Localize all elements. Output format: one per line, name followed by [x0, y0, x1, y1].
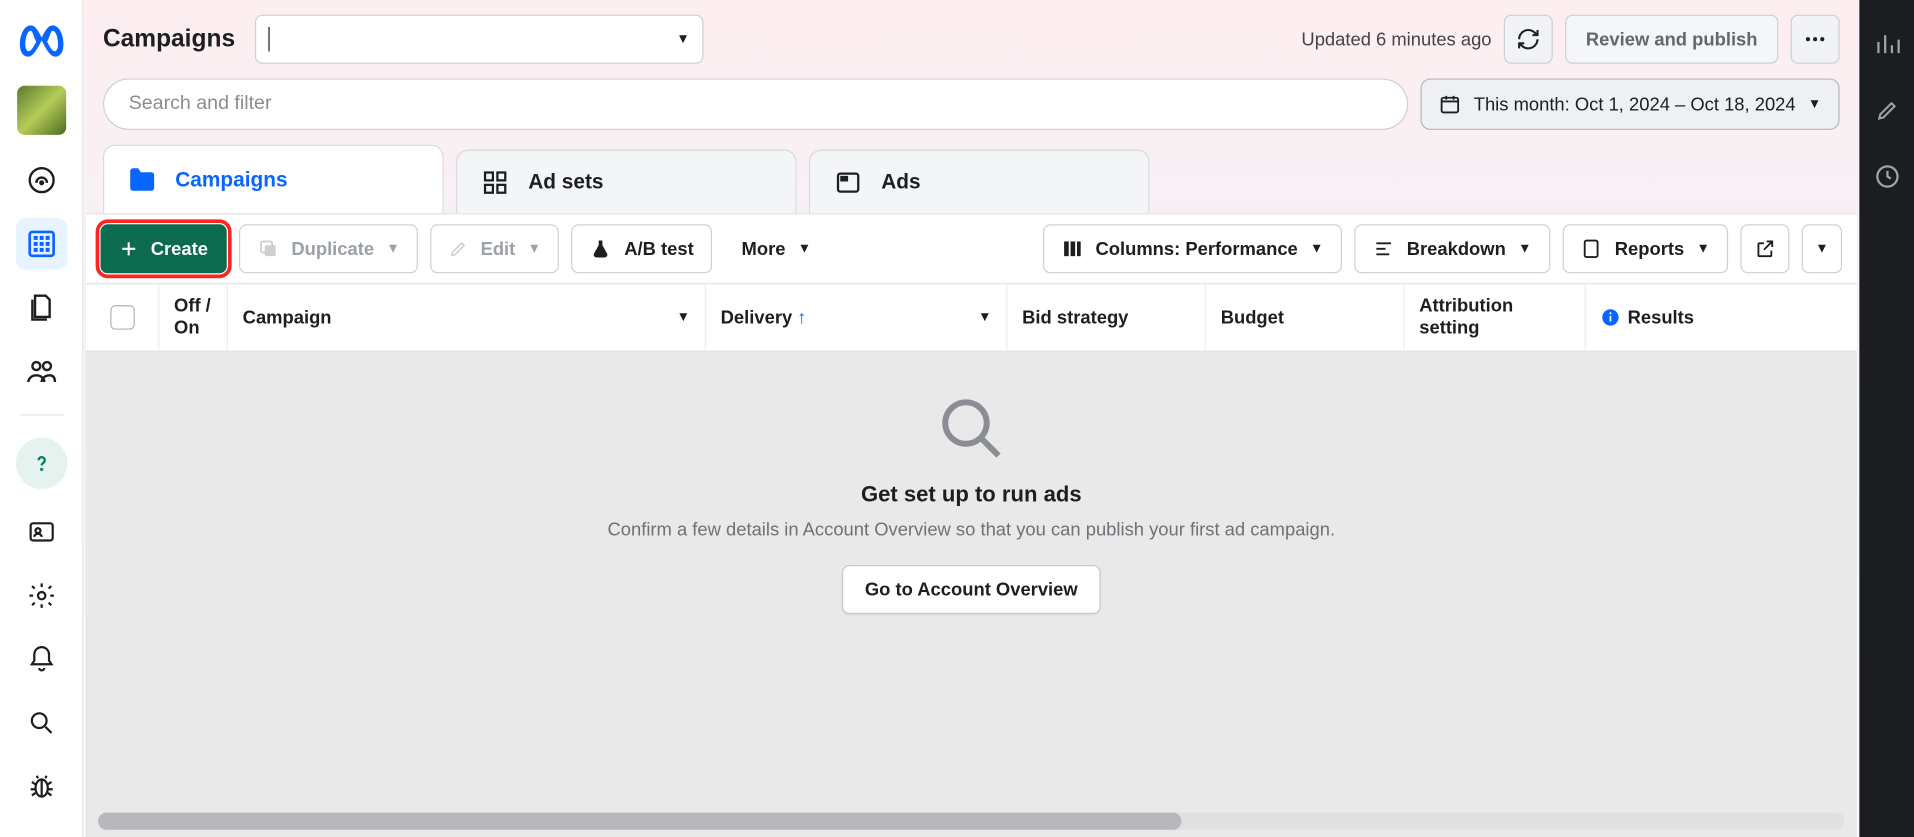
table-header-row: Off / On Campaign ▼ Delivery ↑ ▼ Bid str…	[86, 283, 1857, 352]
documents-icon[interactable]	[15, 282, 66, 333]
empty-state-subtitle: Confirm a few details in Account Overvie…	[608, 520, 1336, 541]
chevron-down-icon: ▼	[1518, 241, 1531, 256]
tab-ad-sets[interactable]: Ad sets	[456, 150, 797, 214]
plus-icon	[119, 239, 139, 259]
settings-gear-icon[interactable]	[15, 570, 66, 621]
column-budget[interactable]: Budget	[1206, 284, 1405, 350]
breakdown-icon	[1372, 238, 1394, 260]
chevron-down-icon: ▼	[386, 241, 399, 256]
column-attribution[interactable]: Attribution setting	[1405, 284, 1586, 350]
page-title: Campaigns	[103, 25, 235, 53]
create-button[interactable]: Create	[100, 224, 226, 273]
chevron-down-icon: ▼	[798, 241, 811, 256]
empty-state: Get set up to run ads Confirm a few deta…	[86, 352, 1857, 837]
bell-icon[interactable]	[15, 634, 66, 685]
select-all-checkbox[interactable]	[86, 284, 160, 350]
campaigns-grid-icon[interactable]	[15, 218, 66, 269]
external-link-icon	[1754, 238, 1776, 260]
column-bid-strategy[interactable]: Bid strategy	[1007, 284, 1206, 350]
ab-test-button[interactable]: A/B test	[572, 224, 713, 273]
column-campaign[interactable]: Campaign ▼	[228, 284, 706, 350]
action-toolbar: Create Duplicate ▼ Edit ▼ A/B test More …	[86, 213, 1857, 283]
left-nav-rail	[0, 0, 83, 837]
tab-ads[interactable]: Ads	[809, 150, 1150, 214]
charts-panel-icon[interactable]	[1872, 29, 1901, 58]
entity-tabs: Campaigns Ad sets Ads	[83, 145, 1859, 214]
chevron-down-icon: ▼	[1310, 241, 1323, 256]
chevron-down-icon: ▼	[677, 310, 690, 325]
reports-dropdown[interactable]: Reports ▼	[1562, 224, 1728, 273]
column-results[interactable]: Results	[1586, 284, 1857, 350]
breakdown-dropdown[interactable]: Breakdown ▼	[1354, 224, 1550, 273]
duplicate-button[interactable]: Duplicate ▼	[239, 224, 418, 273]
reports-icon	[1580, 238, 1602, 260]
calendar-icon	[1439, 93, 1461, 115]
page-header: Campaigns ▼ Updated 6 minutes ago Review…	[83, 0, 1859, 78]
chevron-down-icon: ▼	[978, 310, 991, 325]
date-range-label: This month: Oct 1, 2024 – Oct 18, 2024	[1474, 94, 1796, 115]
ad-frame-icon	[832, 166, 864, 198]
edit-panel-icon[interactable]	[1872, 96, 1901, 125]
more-menu-button[interactable]	[1791, 15, 1840, 64]
help-icon[interactable]	[15, 438, 66, 489]
go-to-account-overview-button[interactable]: Go to Account Overview	[842, 565, 1101, 614]
tab-campaigns[interactable]: Campaigns	[103, 145, 444, 214]
review-and-publish-button[interactable]: Review and publish	[1565, 15, 1778, 64]
meta-logo[interactable]	[17, 17, 66, 66]
info-icon	[1601, 308, 1621, 328]
chevron-down-icon: ▼	[1696, 241, 1709, 256]
bug-icon[interactable]	[15, 761, 66, 812]
audience-people-icon[interactable]	[15, 346, 66, 397]
sort-ascending-icon: ↑	[797, 307, 806, 328]
history-panel-icon[interactable]	[1872, 162, 1901, 191]
column-off-on[interactable]: Off / On	[159, 284, 228, 350]
grid-icon	[479, 166, 511, 198]
tab-label: Campaigns	[175, 167, 287, 192]
tab-label: Ads	[881, 170, 920, 195]
scrollbar-thumb[interactable]	[98, 813, 1181, 830]
pencil-icon	[449, 239, 469, 259]
search-and-filter-input[interactable]: Search and filter	[103, 78, 1409, 129]
columns-icon	[1061, 238, 1083, 260]
magnifier-icon	[936, 393, 1007, 464]
right-tools-rail	[1859, 0, 1914, 837]
date-range-picker[interactable]: This month: Oct 1, 2024 – Oct 18, 2024 ▼	[1421, 78, 1840, 129]
search-icon[interactable]	[15, 697, 66, 748]
more-dropdown[interactable]: More ▼	[724, 224, 828, 273]
columns-dropdown[interactable]: Columns: Performance ▼	[1043, 224, 1342, 273]
account-selector-dropdown[interactable]: ▼	[255, 15, 704, 64]
chevron-down-icon: ▼	[676, 32, 689, 47]
refresh-button[interactable]	[1504, 15, 1553, 64]
tab-label: Ad sets	[528, 170, 603, 195]
last-updated-text: Updated 6 minutes ago	[1301, 29, 1491, 50]
rail-divider	[19, 414, 63, 415]
folder-icon	[126, 164, 158, 196]
flask-icon	[590, 238, 612, 260]
empty-state-title: Get set up to run ads	[861, 482, 1082, 508]
text-cursor	[268, 27, 270, 52]
chevron-down-icon: ▼	[528, 241, 541, 256]
horizontal-scrollbar[interactable]	[98, 813, 1844, 830]
chevron-down-icon: ▼	[1808, 97, 1821, 112]
main-content: Campaigns ▼ Updated 6 minutes ago Review…	[83, 0, 1859, 837]
export-button[interactable]	[1740, 224, 1789, 273]
duplicate-icon	[257, 238, 279, 260]
search-placeholder: Search and filter	[129, 93, 272, 115]
account-avatar[interactable]	[17, 86, 66, 135]
toolbar-more-caret[interactable]: ▼	[1802, 224, 1842, 273]
edit-button[interactable]: Edit ▼	[430, 224, 559, 273]
contact-card-icon[interactable]	[15, 506, 66, 557]
gauge-icon[interactable]	[15, 154, 66, 205]
chevron-down-icon: ▼	[1815, 241, 1828, 256]
column-delivery[interactable]: Delivery ↑ ▼	[706, 284, 1007, 350]
